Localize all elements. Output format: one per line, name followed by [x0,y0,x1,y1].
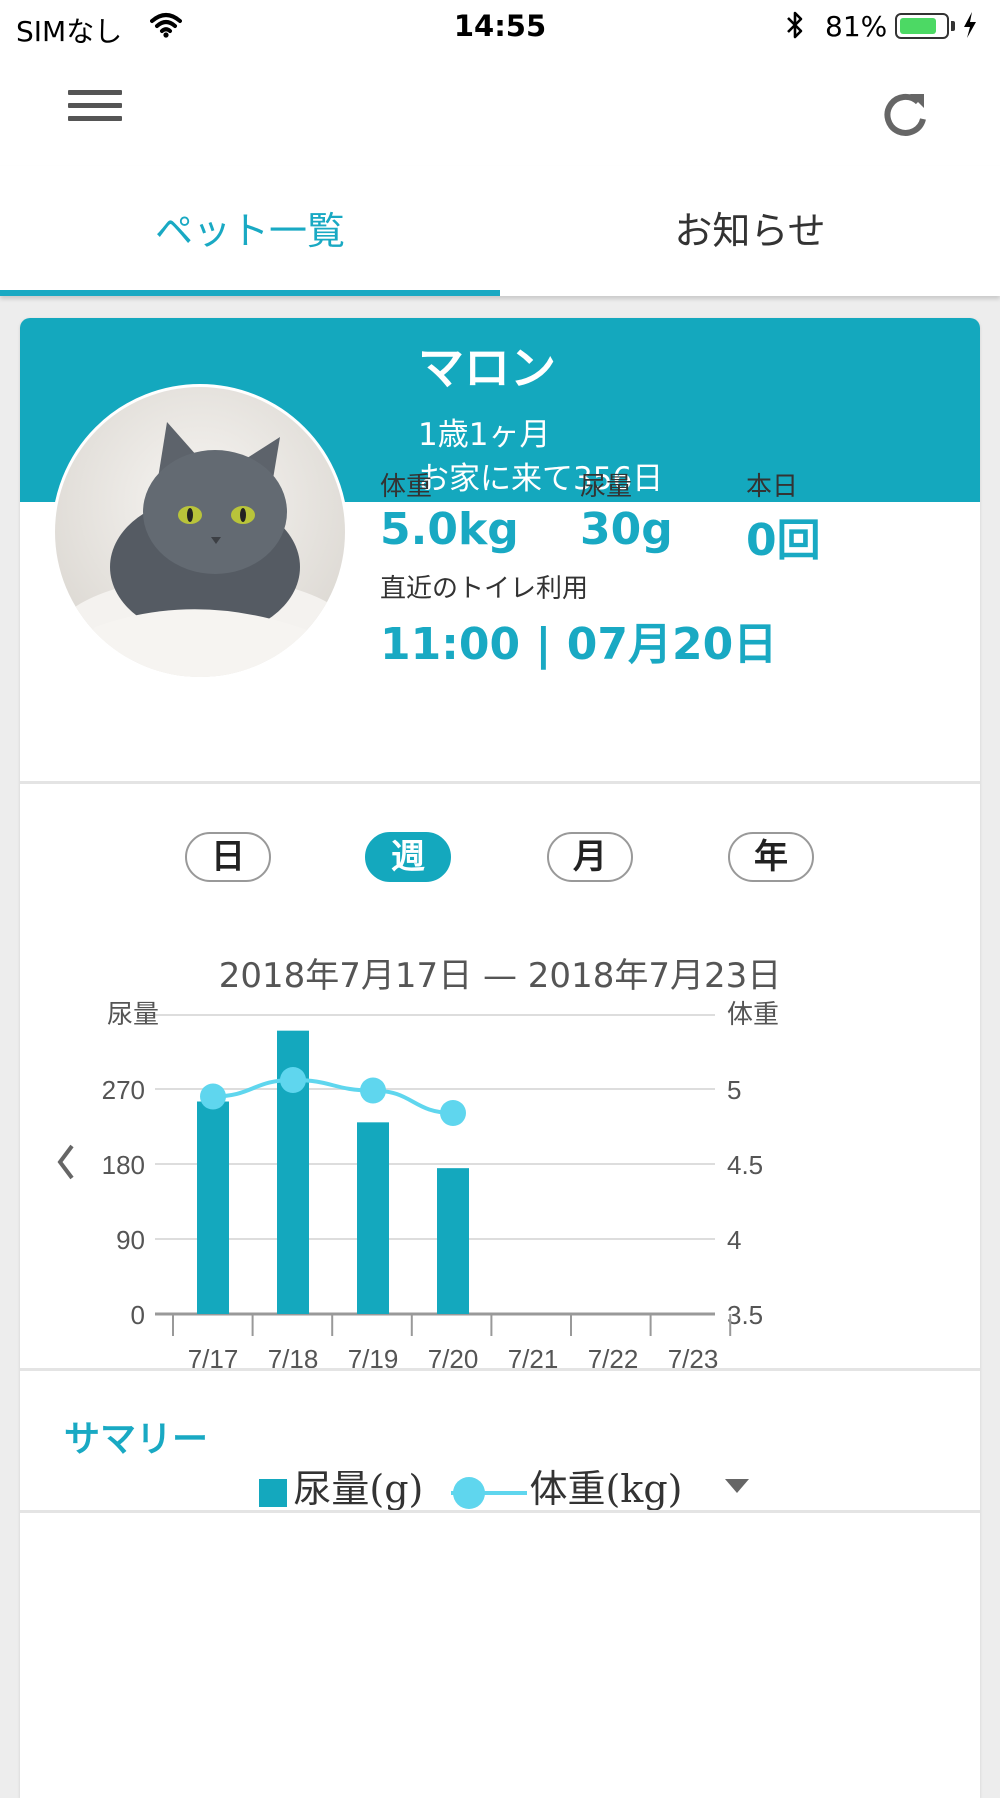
battery-level [900,18,936,34]
weight-point [200,1083,226,1110]
battery-icon [895,13,949,39]
y-left-tick-label: 270 [102,1075,145,1105]
y-right-tick-label: 3.5 [727,1300,763,1330]
weight-point [440,1100,466,1126]
status-bar: SIMなし 14:55 81% [0,0,1000,56]
y-left-tick-label: 0 [131,1300,145,1330]
today-count-value: 0回 [746,515,821,566]
weight-line [200,1067,466,1126]
tab-pet-list[interactable]: ペット一覧 [0,166,500,296]
urine-bar [437,1168,469,1314]
y-left-axis-label: 尿量 [107,1000,159,1030]
chart-grid [155,1014,715,1316]
pet-card: マロン 1歳1ヶ月 お家に来て356日 体重 5.0kg 尿量 30g 本日 0… [20,318,980,1798]
active-tab-indicator [0,290,500,296]
hamburger-menu-icon[interactable] [68,90,122,130]
summary-heading[interactable]: サマリー [64,1410,208,1462]
y-left-tick-label: 180 [102,1150,145,1180]
urine-weight-chart: 0901802703.544.55尿量 体重7/17 7/18 7/19 7/20 7/2… [102,1000,779,1374]
app-bar [0,56,1000,166]
pet-age: 1歳1ヶ月 [418,417,551,453]
cat-photo [55,387,345,677]
urine-bars [197,1030,469,1314]
tab-notifications[interactable]: お知らせ [500,166,1000,296]
tab-bar: ペット一覧 お知らせ [0,166,1000,296]
battery-percent: 81% [825,10,888,43]
summary-divider-bottom [20,1510,980,1513]
urine-bar [197,1101,229,1314]
pet-avatar[interactable] [52,384,348,680]
urine-value: 30g [580,504,673,555]
weight-point [280,1067,306,1093]
charging-icon [964,12,976,38]
y-right-tick-label: 4.5 [727,1150,763,1180]
today-label: 本日 [746,472,799,502]
section-divider [20,781,980,784]
y-left-tick-label: 90 [116,1225,145,1255]
battery-cap [951,21,955,31]
y-right-tick-label: 4 [727,1225,741,1255]
last-toilet-value: 11:00 | 07月20日 [380,619,778,670]
period-day-button[interactable]: 日 [185,832,271,882]
weight-value: 5.0kg [380,504,519,555]
urine-label: 尿量 [580,472,633,502]
period-year-button[interactable]: 年 [728,832,814,882]
pet-name: マロン [418,341,556,395]
period-week-button[interactable]: 週 [365,832,451,882]
weight-line-path [212,1077,454,1115]
period-month-button[interactable]: 月 [547,832,633,882]
bluetooth-icon [787,11,803,39]
y-right-axis-label: 体重 [727,1000,779,1030]
date-range-label: 2018年7月17日 — 2018年7月23日 [218,956,782,996]
weight-point [360,1077,386,1104]
urine-bar [357,1122,389,1314]
weight-label: 体重 [380,472,433,502]
last-toilet-label: 直近のトイレ利用 [380,574,589,604]
refresh-icon[interactable] [876,86,934,144]
y-right-tick-label: 5 [727,1075,741,1105]
